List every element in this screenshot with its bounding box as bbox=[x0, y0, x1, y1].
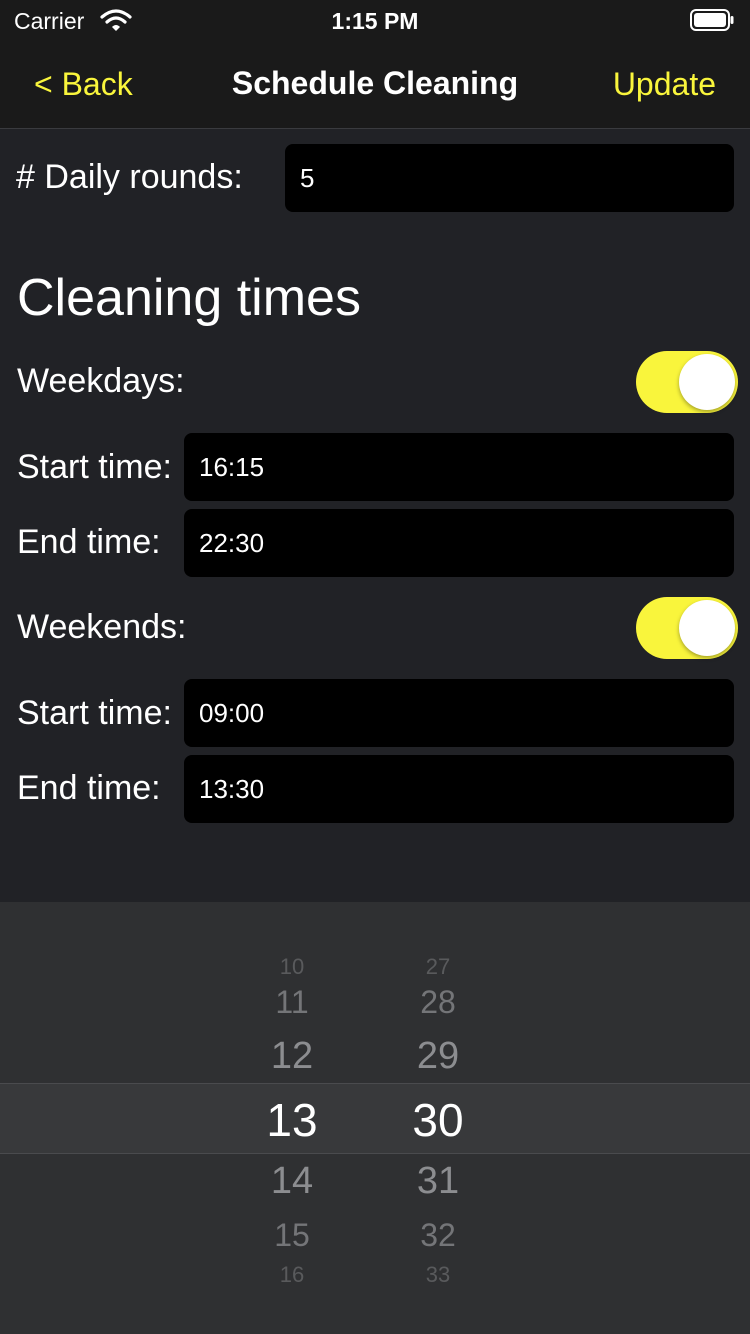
picker-minute-option[interactable]: 33 bbox=[378, 1262, 498, 1288]
update-button[interactable]: Update bbox=[613, 66, 716, 103]
picker-selection-band bbox=[0, 1083, 750, 1154]
weekends-toggle[interactable] bbox=[636, 597, 738, 659]
picker-hour-option[interactable]: 14 bbox=[232, 1160, 352, 1203]
weekdays-label: Weekdays: bbox=[17, 362, 185, 400]
weekends-toggle-knob bbox=[679, 600, 735, 656]
daily-rounds-input[interactable]: 5 bbox=[285, 144, 734, 212]
picker-minute-option[interactable]: 31 bbox=[378, 1160, 498, 1203]
time-picker[interactable]: 10 11 12 13 14 15 16 27 28 29 30 31 32 3… bbox=[0, 902, 750, 1334]
picker-hour-option[interactable]: 15 bbox=[232, 1217, 352, 1254]
weekends-end-input[interactable]: 13:30 bbox=[184, 755, 734, 823]
weekends-end-label: End time: bbox=[17, 769, 161, 807]
weekdays-toggle[interactable] bbox=[636, 351, 738, 413]
battery-icon bbox=[690, 9, 734, 31]
status-bar: Carrier 1:15 PM bbox=[0, 0, 750, 40]
weekdays-toggle-knob bbox=[679, 354, 735, 410]
picker-hour-selected[interactable]: 13 bbox=[232, 1093, 352, 1147]
weekdays-start-input[interactable]: 16:15 bbox=[184, 433, 734, 501]
weekdays-start-label: Start time: bbox=[17, 448, 172, 486]
picker-minute-option[interactable]: 27 bbox=[378, 954, 498, 980]
picker-hour-option[interactable]: 16 bbox=[232, 1262, 352, 1288]
picker-minute-option[interactable]: 32 bbox=[378, 1217, 498, 1254]
picker-minute-option[interactable]: 29 bbox=[378, 1035, 498, 1078]
status-time: 1:15 PM bbox=[331, 8, 419, 34]
weekends-start-input[interactable]: 09:00 bbox=[184, 679, 734, 747]
picker-hour-option[interactable]: 10 bbox=[232, 954, 352, 980]
daily-rounds-label: # Daily rounds: bbox=[16, 158, 243, 196]
picker-hour-option[interactable]: 11 bbox=[232, 984, 352, 1021]
picker-hour-option[interactable]: 12 bbox=[232, 1035, 352, 1078]
weekends-label: Weekends: bbox=[17, 608, 187, 646]
navigation-bar: < Back Schedule Cleaning Update bbox=[0, 40, 750, 129]
picker-minute-selected[interactable]: 30 bbox=[378, 1093, 498, 1147]
weekends-start-label: Start time: bbox=[17, 694, 172, 732]
weekdays-end-label: End time: bbox=[17, 523, 161, 561]
picker-minute-option[interactable]: 28 bbox=[378, 984, 498, 1021]
cleaning-times-heading: Cleaning times bbox=[17, 269, 361, 327]
weekdays-end-input[interactable]: 22:30 bbox=[184, 509, 734, 577]
